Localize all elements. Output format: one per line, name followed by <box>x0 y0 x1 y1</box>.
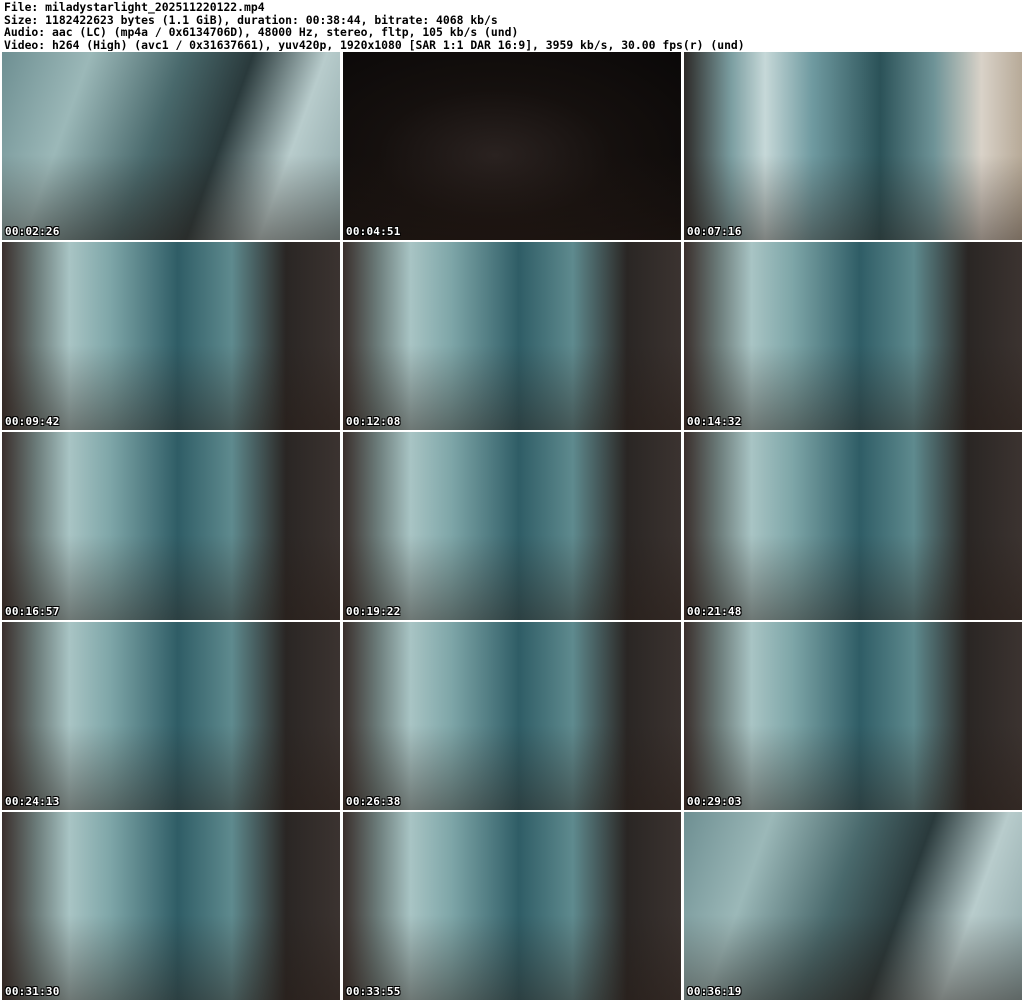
thumbnail: 00:31:30 <box>2 812 340 1000</box>
thumbnail: 00:26:38 <box>343 622 681 810</box>
thumbnail-frame <box>343 52 681 240</box>
thumbnail-frame <box>2 52 340 240</box>
thumbnail-timestamp: 00:04:51 <box>346 225 401 238</box>
media-info-header: File: miladystarlight_202511220122.mp4 S… <box>4 1 1020 51</box>
thumbnail-timestamp: 00:26:38 <box>346 795 401 808</box>
thumbnail-frame <box>684 52 1022 240</box>
thumbnail-timestamp: 00:24:13 <box>5 795 60 808</box>
file-name-line: File: miladystarlight_202511220122.mp4 <box>4 1 265 14</box>
thumbnail-frame <box>2 812 340 1000</box>
thumbnail: 00:21:48 <box>684 432 1022 620</box>
thumbnail-timestamp: 00:09:42 <box>5 415 60 428</box>
thumbnail-timestamp: 00:31:30 <box>5 985 60 998</box>
thumbnail: 00:29:03 <box>684 622 1022 810</box>
thumbnail: 00:24:13 <box>2 622 340 810</box>
thumbnail: 00:04:51 <box>343 52 681 240</box>
thumbnail: 00:36:19 <box>684 812 1022 1000</box>
thumbnail-frame <box>343 812 681 1000</box>
thumbnail-frame <box>684 432 1022 620</box>
thumbnail-frame <box>684 812 1022 1000</box>
thumbnail-frame <box>2 242 340 430</box>
thumbnail-timestamp: 00:36:19 <box>687 985 742 998</box>
size-duration-line: Size: 1182422623 bytes (1.1 GiB), durati… <box>4 13 498 27</box>
thumbnail-timestamp: 00:02:26 <box>5 225 60 238</box>
thumbnail-frame <box>684 242 1022 430</box>
thumbnail-timestamp: 00:29:03 <box>687 795 742 808</box>
thumbnail-timestamp: 00:19:22 <box>346 605 401 618</box>
audio-stream-line: Audio: aac (LC) (mp4a / 0x6134706D), 480… <box>4 26 519 39</box>
thumbnail-grid: 00:02:26 00:04:51 00:07:16 00:09:42 00:1… <box>2 52 1022 1003</box>
thumbnail-timestamp: 00:21:48 <box>687 605 742 618</box>
thumbnail-timestamp: 00:12:08 <box>346 415 401 428</box>
thumbnail-frame <box>343 622 681 810</box>
thumbnail: 00:07:16 <box>684 52 1022 240</box>
thumbnail-timestamp: 00:14:32 <box>687 415 742 428</box>
thumbnail-frame <box>684 622 1022 810</box>
video-stream-line: Video: h264 (High) (avc1 / 0x31637661), … <box>4 38 745 52</box>
thumbnail-timestamp: 00:33:55 <box>346 985 401 998</box>
thumbnail-frame <box>2 622 340 810</box>
thumbnail: 00:02:26 <box>2 52 340 240</box>
thumbnail: 00:19:22 <box>343 432 681 620</box>
thumbnail: 00:12:08 <box>343 242 681 430</box>
thumbnail: 00:09:42 <box>2 242 340 430</box>
thumbnail: 00:14:32 <box>684 242 1022 430</box>
thumbnail-frame <box>2 432 340 620</box>
thumbnail: 00:33:55 <box>343 812 681 1000</box>
thumbnail-frame <box>343 432 681 620</box>
thumbnail-timestamp: 00:07:16 <box>687 225 742 238</box>
thumbnail-timestamp: 00:16:57 <box>5 605 60 618</box>
thumbnail: 00:16:57 <box>2 432 340 620</box>
contact-sheet: File: miladystarlight_202511220122.mp4 S… <box>0 0 1024 1003</box>
thumbnail-frame <box>343 242 681 430</box>
